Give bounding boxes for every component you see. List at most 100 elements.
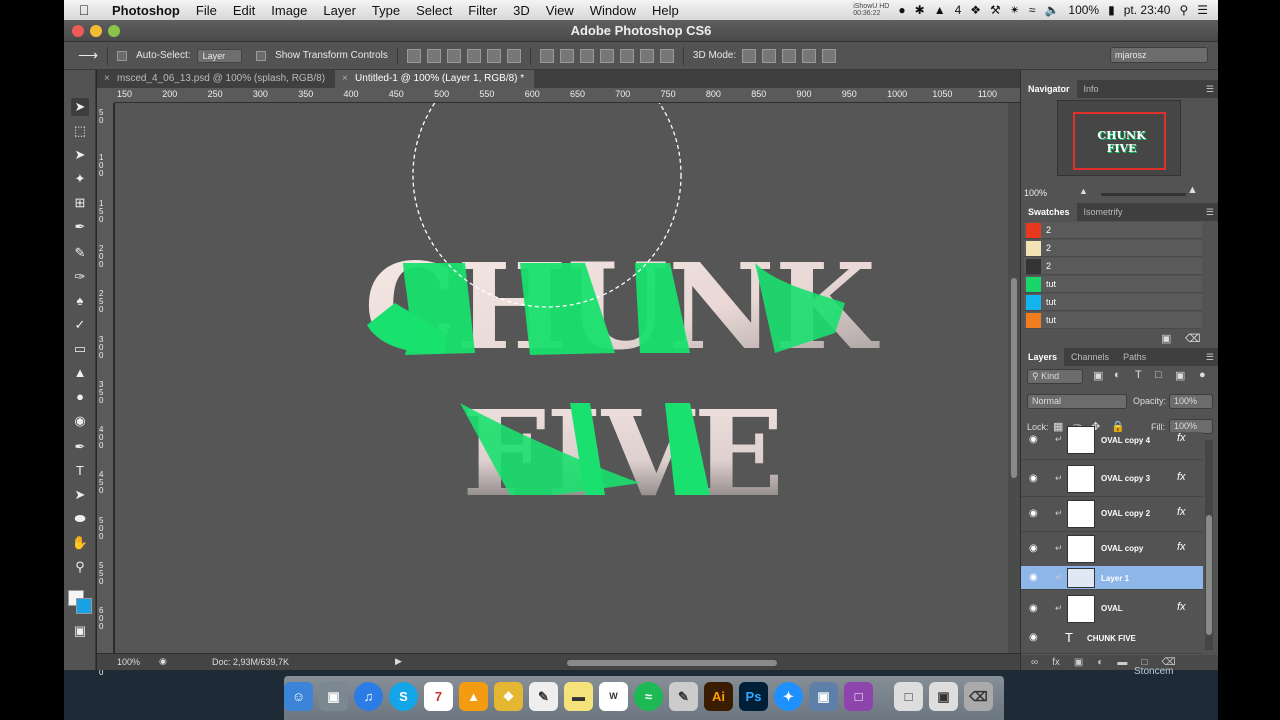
magic-wand-tool-icon[interactable]: ✦ [71,170,89,188]
auto-select-checkbox[interactable] [117,50,128,61]
distribute-left-icon[interactable] [599,48,614,63]
menu-type[interactable]: Type [364,3,408,18]
layer-name[interactable]: OVAL copy 3 [1101,474,1150,483]
record-icon[interactable]: ● [898,3,905,17]
illustrator-icon[interactable]: Ai [704,682,733,711]
menu-image[interactable]: Image [263,3,315,18]
dropbox-icon[interactable]: ❖ [970,3,981,17]
visibility-eye-icon[interactable]: ◉ [1029,473,1038,484]
swatch-item[interactable]: tut [1024,312,1202,329]
blend-mode-dropdown[interactable]: Normal [1027,394,1127,409]
zoom-level[interactable]: 100% [117,657,140,667]
settings-icon[interactable]: ✱ [915,3,925,17]
layer-name[interactable]: OVAL copy [1101,544,1143,553]
close-icon[interactable] [72,25,84,37]
stickies-icon[interactable]: ▬ [564,682,593,711]
tab-untitled[interactable]: × Untitled-1 @ 100% (Layer 1, RGB/8) * [335,70,535,88]
navigator-view-box[interactable]: CHUNK FIVE [1073,112,1166,170]
search-icon[interactable]: ⚲ [1179,3,1188,17]
layer-row[interactable]: ◉ ↵ OVAL copy fx [1021,532,1203,567]
tab-close-icon[interactable]: × [342,70,348,88]
filter-smart-icon[interactable]: ▣ [1175,369,1185,382]
move-tool-icon[interactable]: ⟶ [78,47,98,64]
wifi-icon[interactable]: ≈ [1029,3,1036,17]
battery-icon[interactable]: ▮ [1108,3,1115,17]
status-menu-icon[interactable]: ◉ [159,656,167,667]
tab-msced[interactable]: × msced_4_06_13.psd @ 100% (splash, RGB/8… [97,70,335,88]
layer-fx-icon[interactable]: fx [1177,506,1186,518]
notification-icon[interactable]: ☰ [1197,3,1208,17]
downloads-icon[interactable]: ▣ [929,682,958,711]
spotify-icon[interactable]: ≈ [634,682,663,711]
layer-row[interactable]: ◉ ↵ OVAL copy 4 fx [1021,426,1203,460]
menu-select[interactable]: Select [408,3,460,18]
layer-fx-icon[interactable]: fx [1177,541,1186,553]
opacity-field[interactable]: 100% [1169,394,1213,409]
app-icon[interactable]: ❖ [494,682,523,711]
menu-window[interactable]: Window [582,3,644,18]
tab-isometrify[interactable]: Isometrify [1077,203,1130,221]
filter-pixel-icon[interactable]: ▣ [1093,369,1103,382]
recorder-indicator[interactable]: iShowU HD 00:36:22 [853,3,889,17]
align-top-icon[interactable] [406,48,421,63]
swatch-item[interactable]: 2 [1024,258,1202,275]
skype-icon[interactable]: S [389,682,418,711]
menu-3d[interactable]: 3D [505,3,538,18]
tab-layers[interactable]: Layers [1021,348,1065,366]
lasso-tool-icon[interactable]: ➤ [71,146,89,164]
navigator-preview[interactable]: CHUNK FIVE [1057,100,1181,176]
visibility-eye-icon[interactable]: ◉ [1029,543,1038,554]
menu-help[interactable]: Help [644,3,687,18]
layer-row[interactable]: ◉ ↵ OVAL copy 3 fx [1021,462,1203,497]
marquee-tool-icon[interactable]: ⬚ [71,122,89,140]
type-tool-icon[interactable]: T [71,462,89,480]
folder-icon[interactable]: □ [894,682,923,711]
visibility-eye-icon[interactable]: ◉ [1029,434,1038,445]
tab-channels[interactable]: Channels [1064,348,1116,366]
menu-layer[interactable]: Layer [315,3,364,18]
scroll-thumb[interactable] [1206,515,1212,635]
horizontal-scroll-thumb[interactable] [567,660,777,666]
layer-name[interactable]: Layer 1 [1101,574,1129,583]
tab-paths[interactable]: Paths [1116,348,1153,366]
layer-row[interactable]: ◉ ↵ OVAL fx [1021,592,1203,627]
tool-icon[interactable]: ⚒ [990,3,1001,17]
battery-label[interactable]: 100% [1068,3,1099,17]
finder-icon[interactable]: ☺ [284,682,313,711]
new-swatch-icon[interactable]: ▣ [1161,332,1171,345]
tab-navigator[interactable]: Navigator [1021,80,1077,98]
auto-align-icon[interactable] [659,48,674,63]
volume-icon[interactable]: 🔈 [1044,3,1059,17]
preview-icon[interactable]: ▣ [319,682,348,711]
kind-filter-dropdown[interactable]: ⚲ Kind [1027,369,1083,384]
trash-icon[interactable]: ⌫ [964,682,993,711]
distribute-right-icon[interactable] [639,48,654,63]
ellipse-tool-icon[interactable]: ⬬ [71,510,89,528]
layer-row[interactable]: ◉ ↵ OVAL copy 2 fx [1021,497,1203,532]
bucket-tool-icon[interactable]: ▲ [71,364,89,382]
apple-icon[interactable]:  [64,2,104,18]
layer-name[interactable]: OVAL copy 4 [1101,436,1150,445]
panel-menu-icon[interactable]: ☰ [1206,203,1214,221]
status-arrow-icon[interactable]: ▶ [395,656,402,667]
app2-icon[interactable]: □ [844,682,873,711]
calendar-icon[interactable]: 7 [424,682,453,711]
clock[interactable]: pt. 23:40 [1124,3,1171,17]
mask-icon[interactable]: ▣ [1074,655,1083,670]
crop-tool-icon[interactable]: ⊞ [71,194,89,212]
move-tool-icon[interactable]: ➤ [71,98,89,116]
visibility-eye-icon[interactable]: ◉ [1029,572,1038,583]
tab-swatches[interactable]: Swatches [1021,203,1077,221]
healing-tool-icon[interactable]: ✎ [71,244,89,262]
layer-row[interactable]: ◉ T CHUNK FIVE [1021,626,1203,654]
link-layers-icon[interactable]: ∞ [1031,655,1038,670]
3d-scale-icon[interactable] [822,48,837,63]
swatch-item[interactable]: tut [1024,294,1202,311]
layer-name[interactable]: OVAL [1101,604,1123,613]
panel-menu-icon[interactable]: ☰ [1206,80,1214,98]
tab-close-icon[interactable]: × [104,70,110,88]
distribute-vcenter-icon[interactable] [559,48,574,63]
bluetooth-icon[interactable]: ✴ [1010,3,1020,17]
tab-info[interactable]: Info [1077,80,1106,98]
distribute-bottom-icon[interactable] [579,48,594,63]
